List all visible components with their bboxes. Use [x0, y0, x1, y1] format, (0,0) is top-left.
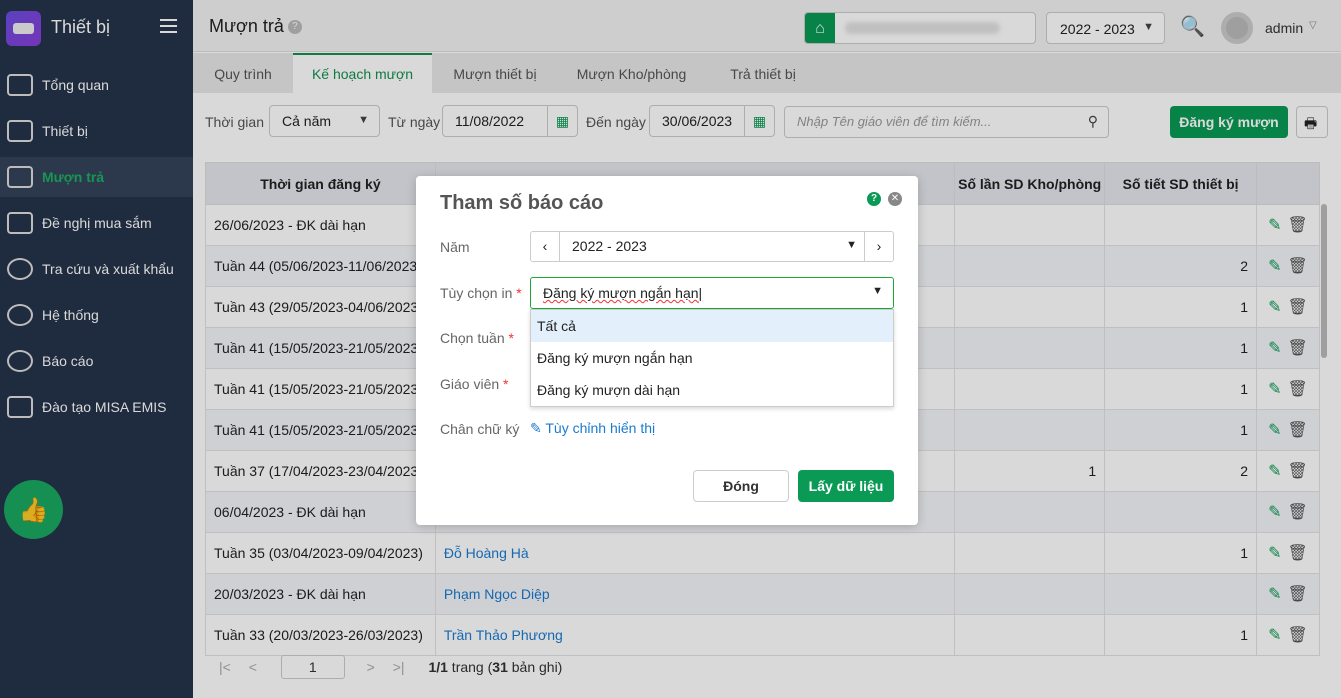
customize-display-link[interactable]: ✎ Tùy chỉnh hiển thị [530, 420, 655, 437]
label-text: Chọn tuần [440, 330, 505, 346]
chevron-left-icon[interactable]: ‹ [531, 232, 560, 261]
link-text: Tùy chỉnh hiển thị [545, 420, 656, 436]
chevron-down-icon[interactable]: ▼ [846, 239, 857, 251]
pencil-icon: ✎ [530, 420, 542, 436]
week-label: Chọn tuần * [440, 330, 514, 346]
required-marker: * [516, 285, 522, 301]
teacher-label: Giáo viên * [440, 376, 509, 392]
report-params-dialog: Tham số báo cáo ? ✕ Năm ‹ 2022 - 2023 ▼ … [416, 176, 918, 525]
print-option-value: Đăng ký mượn ngắn hạn [543, 285, 699, 301]
chevron-right-icon[interactable]: › [864, 232, 893, 261]
dialog-title: Tham số báo cáo [440, 192, 604, 214]
chevron-down-icon[interactable]: ▼ [872, 285, 883, 297]
close-icon[interactable]: ✕ [888, 192, 902, 206]
required-marker: * [503, 376, 509, 392]
required-marker: * [508, 330, 514, 346]
option-all[interactable]: Tất cả [531, 310, 893, 342]
year-value: 2022 - 2023 [572, 238, 647, 254]
print-option-dropdown: Tất cả Đăng ký mượn ngắn hạn Đăng ký mượ… [530, 309, 894, 407]
close-button[interactable]: Đóng [693, 470, 789, 502]
year-picker[interactable]: ‹ 2022 - 2023 ▼ › [530, 231, 894, 262]
option-short-term[interactable]: Đăng ký mượn ngắn hạn [531, 342, 893, 374]
print-option-combobox[interactable]: Đăng ký mượn ngắn hạn| ▼ [530, 277, 894, 309]
help-icon[interactable]: ? [867, 192, 881, 206]
fetch-data-button[interactable]: Lấy dữ liệu [798, 470, 894, 502]
label-text: Tùy chọn in [440, 285, 513, 301]
year-label: Năm [440, 239, 470, 255]
label-text: Giáo viên [440, 376, 500, 392]
option-long-term[interactable]: Đăng ký mượn dài hạn [531, 374, 893, 406]
print-option-label: Tùy chọn in * [440, 285, 522, 301]
signature-label: Chân chữ ký [440, 421, 520, 437]
